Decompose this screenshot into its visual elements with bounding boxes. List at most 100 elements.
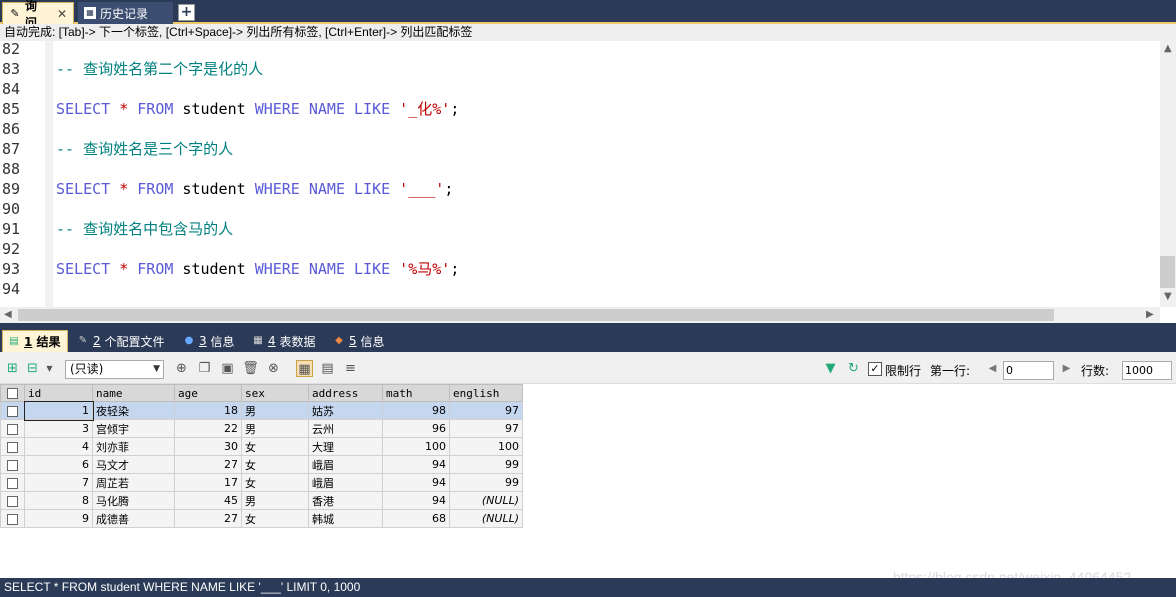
tab-history[interactable]: ▦ 历史记录 (78, 2, 173, 24)
table-cell-id[interactable]: 9 (24, 509, 93, 528)
table-cell-math[interactable]: 96 (382, 419, 450, 438)
sql-editor[interactable]: 82 83 -- 查询姓名第二个字是化的人 84 85 SELECT * FROM stu… (0, 41, 1176, 307)
table-cell-age[interactable]: 45 (174, 491, 242, 510)
table-cell-sex[interactable]: 男 (241, 401, 309, 420)
table-cell-id[interactable]: 8 (24, 491, 93, 510)
row-count-input[interactable]: 1000 (1122, 361, 1172, 380)
table-cell-english[interactable]: (NULL) (449, 509, 523, 528)
table-cell-id[interactable]: 7 (24, 473, 93, 492)
table-cell-address[interactable]: 香港 (308, 491, 383, 510)
table-cell-id[interactable]: 4 (24, 437, 93, 456)
table-cell-age[interactable]: 27 (174, 509, 242, 528)
text-view-icon[interactable]: ≡ (342, 360, 359, 377)
tab-info-2[interactable]: ◆ 5 信息 (328, 330, 389, 352)
select-all-checkbox[interactable] (0, 384, 25, 402)
scroll-left-icon[interactable]: ◀ (4, 309, 12, 320)
table-cell-id[interactable]: 3 (24, 419, 93, 438)
results-grid[interactable]: id name age sex address math english 1 夜轻… (0, 384, 523, 528)
tab-results[interactable]: ▤ 1 结果 (2, 330, 68, 352)
limit-rows-checkbox[interactable]: ✓ (868, 362, 882, 376)
row-checkbox[interactable] (0, 491, 25, 510)
table-cell-sex[interactable]: 女 (241, 437, 309, 456)
scroll-down-icon[interactable]: ▼ (1164, 291, 1172, 302)
table-cell-id[interactable]: 6 (24, 455, 93, 474)
row-checkbox[interactable] (0, 509, 25, 528)
table-cell-sex[interactable]: 女 (241, 509, 309, 528)
previous-page-icon[interactable]: ◀ (984, 360, 1001, 377)
table-cell-sex[interactable]: 男 (241, 419, 309, 438)
grid-view-icon[interactable]: ▦ (296, 360, 313, 377)
table-cell-name[interactable]: 宫倾宇 (92, 419, 175, 438)
panel-splitter[interactable] (0, 323, 1176, 330)
result-mode-select[interactable]: (只读) ▼ (65, 360, 164, 379)
table-row[interactable]: 3 宫倾宇 22 男云州 96 97 (0, 419, 523, 438)
next-page-icon[interactable]: ▶ (1058, 360, 1075, 377)
table-row[interactable]: 9 成德善 27 女韩城 68 (NULL) (0, 509, 523, 528)
export-icon[interactable]: ⊞ (4, 360, 21, 377)
row-checkbox[interactable] (0, 419, 25, 438)
column-header-address[interactable]: address (308, 384, 383, 402)
table-cell-address[interactable]: 姑苏 (308, 401, 383, 420)
tab-info[interactable]: ● 3 信息 (178, 330, 239, 352)
table-row[interactable]: 4 刘亦菲 30 女大理 100 100 (0, 437, 523, 456)
table-cell-age[interactable]: 22 (174, 419, 242, 438)
table-cell-name[interactable]: 周芷若 (92, 473, 175, 492)
table-cell-name[interactable]: 夜轻染 (92, 401, 175, 420)
column-header-sex[interactable]: sex (241, 384, 309, 402)
table-cell-age[interactable]: 27 (174, 455, 242, 474)
first-row-input[interactable]: 0 (1003, 361, 1054, 380)
table-cell-sex[interactable]: 女 (241, 473, 309, 492)
table-cell-address[interactable]: 云州 (308, 419, 383, 438)
table-cell-name[interactable]: 马文才 (92, 455, 175, 474)
duplicate-row-icon[interactable]: ❐ (196, 360, 213, 377)
filter-icon[interactable]: ▼ (822, 360, 839, 377)
insert-row-icon[interactable]: ⊕ (173, 360, 190, 377)
table-row[interactable]: 8 马化腾 45 男香港 94 (NULL) (0, 491, 523, 510)
tab-profiles[interactable]: ✎ 2 个配置文件 (72, 330, 169, 352)
tab-table-data[interactable]: ▦ 4 表数据 (247, 330, 320, 352)
close-tab-icon[interactable]: ✕ (57, 7, 67, 21)
row-checkbox[interactable] (0, 437, 25, 456)
form-view-icon[interactable]: ▤ (319, 360, 336, 377)
table-cell-math[interactable]: 68 (382, 509, 450, 528)
table-cell-sex[interactable]: 女 (241, 455, 309, 474)
table-cell-english[interactable]: 99 (449, 455, 523, 474)
table-cell-english[interactable]: (NULL) (449, 491, 523, 510)
scroll-up-icon[interactable]: ▲ (1164, 43, 1172, 54)
table-cell-math[interactable]: 94 (382, 455, 450, 474)
save-icon[interactable]: ▣ (219, 360, 236, 377)
table-row[interactable]: 6 马文才 27 女峨眉 94 99 (0, 455, 523, 474)
table-cell-name[interactable]: 马化腾 (92, 491, 175, 510)
import-dropdown-icon[interactable]: ▼ (41, 360, 58, 377)
table-row[interactable]: 7 周芷若 17 女峨眉 94 99 (0, 473, 523, 492)
table-cell-math[interactable]: 94 (382, 491, 450, 510)
table-cell-sex[interactable]: 男 (241, 491, 309, 510)
table-cell-age[interactable]: 30 (174, 437, 242, 456)
refresh-icon[interactable]: ↻ (845, 360, 862, 377)
table-cell-id[interactable]: 1 (23, 400, 94, 421)
column-header-math[interactable]: math (382, 384, 450, 402)
table-row[interactable]: 1 夜轻染 18 男姑苏 98 97 (0, 400, 523, 421)
table-cell-english[interactable]: 99 (449, 473, 523, 492)
table-cell-english[interactable]: 97 (449, 401, 523, 420)
table-cell-math[interactable]: 98 (382, 401, 450, 420)
table-cell-math[interactable]: 100 (382, 437, 450, 456)
import-icon[interactable]: ⊟ (24, 360, 41, 377)
row-checkbox[interactable] (0, 473, 25, 492)
row-checkbox[interactable] (0, 401, 25, 420)
table-cell-address[interactable]: 大理 (308, 437, 383, 456)
table-cell-age[interactable]: 17 (174, 473, 242, 492)
cancel-changes-icon[interactable]: ⊗ (265, 360, 282, 377)
column-header-age[interactable]: age (174, 384, 242, 402)
scroll-right-icon[interactable]: ▶ (1146, 309, 1154, 320)
editor-horizontal-scroll-thumb[interactable] (18, 309, 1054, 321)
row-checkbox[interactable] (0, 455, 25, 474)
delete-icon[interactable]: 🗑 (242, 360, 259, 377)
new-tab-button[interactable]: + (178, 4, 195, 21)
editor-vertical-scroll-thumb[interactable] (1160, 256, 1175, 288)
table-cell-address[interactable]: 峨眉 (308, 455, 383, 474)
table-cell-name[interactable]: 刘亦菲 (92, 437, 175, 456)
table-cell-math[interactable]: 94 (382, 473, 450, 492)
table-cell-english[interactable]: 97 (449, 419, 523, 438)
column-header-english[interactable]: english (449, 384, 523, 402)
